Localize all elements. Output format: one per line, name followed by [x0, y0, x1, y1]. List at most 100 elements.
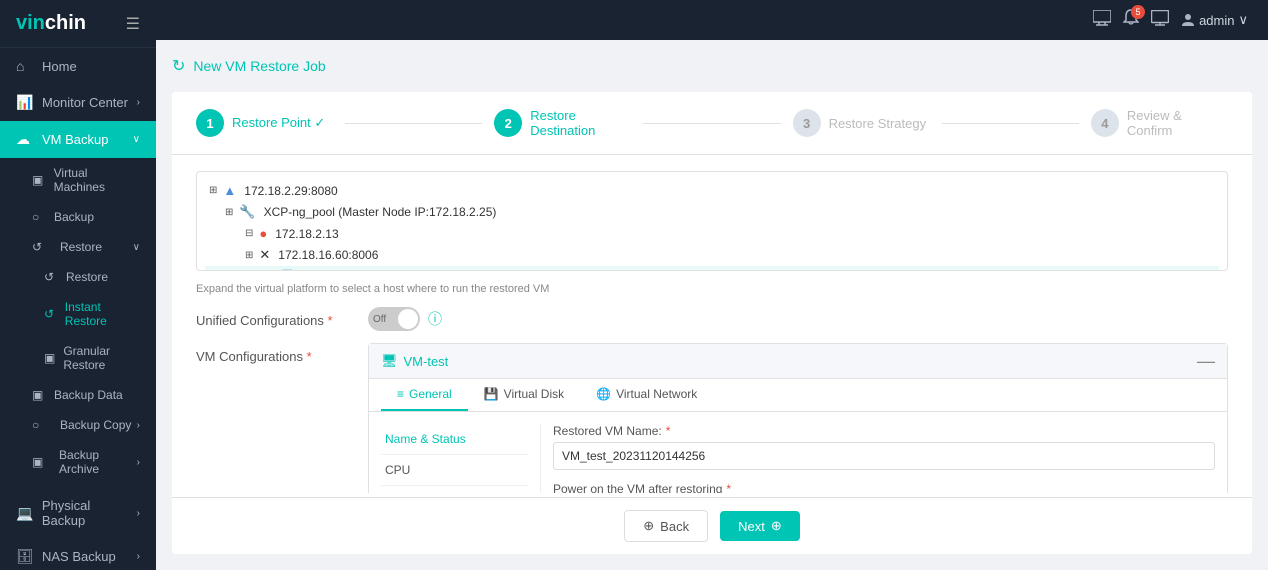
expand-icon: ⊞: [245, 250, 253, 261]
sidebar-item-home[interactable]: ⌂ Home: [0, 48, 156, 84]
chevron-right-icon: ›: [137, 551, 140, 562]
wizard-step-2: 2 Restore Destination: [494, 108, 631, 138]
sidebar-item-label: Physical Backup: [42, 498, 137, 528]
instant-restore-icon: ↺: [44, 307, 59, 321]
step-circle-2: 2: [494, 109, 522, 137]
sidebar-item-backup[interactable]: ○ Backup: [0, 202, 156, 232]
sidebar-item-backup-copy[interactable]: ○ Backup Copy ›: [0, 410, 156, 440]
sidebar-item-virtual-machines[interactable]: ▣ Virtual Machines: [0, 158, 156, 202]
tab-left-nav: Name & Status CPU RAM: [381, 424, 541, 493]
back-icon: ⊕: [643, 518, 654, 534]
sidebar-item-backup-data[interactable]: ▣ Backup Data: [0, 380, 156, 410]
sidebar-item-vm-backup[interactable]: ☁ VM Backup ∨: [0, 121, 156, 158]
platform-tree[interactable]: ⊞ ▲ 172.18.2.29:8080 ⊞ 🔧 XCP-ng_pool (Ma…: [196, 171, 1228, 271]
vm-tab-header: 🖥 VM-test —: [369, 344, 1227, 379]
restore-sub-icon: ↺: [44, 270, 60, 284]
info-icon[interactable]: ⓘ: [428, 309, 442, 329]
nav-name-status[interactable]: Name & Status: [381, 424, 528, 455]
unified-config-value: Off ⓘ: [368, 307, 1228, 331]
sidebar-item-granular-restore[interactable]: ▣ Granular Restore: [0, 336, 156, 380]
sidebar-item-monitor[interactable]: 📊 Monitor Center ›: [0, 84, 156, 121]
step-divider-3: [942, 123, 1079, 124]
hamburger-icon[interactable]: ☰: [126, 14, 140, 34]
chevron-right-icon: ›: [137, 457, 140, 468]
chevron-right-icon: ›: [137, 508, 140, 519]
sidebar-item-physical-backup[interactable]: 💻 Physical Backup ›: [0, 488, 156, 538]
user-chevron-icon: ∨: [1238, 12, 1248, 28]
tab-virtual-network[interactable]: 🌐 Virtual Network: [580, 379, 713, 411]
tree-node-1[interactable]: ⊞ 🔧 XCP-ng_pool (Master Node IP:172.18.2…: [205, 201, 1219, 223]
restored-vm-name-group: Restored VM Name: *: [553, 424, 1215, 470]
required-marker: *: [666, 424, 671, 438]
restored-vm-name-input[interactable]: [553, 442, 1215, 470]
monitor-screen-icon[interactable]: [1093, 10, 1111, 31]
power-on-group: Power on the VM after restoring * OFF: [553, 482, 1215, 493]
display-icon[interactable]: [1151, 10, 1169, 31]
vm-tab-panel: 🖥 VM-test — ≡ General: [368, 343, 1228, 493]
tree-node-3[interactable]: ⊞ ✕ 172.18.16.60:8006: [205, 244, 1219, 266]
page-header: ↻ New VM Restore Job: [172, 56, 1252, 76]
user-label: admin: [1199, 13, 1234, 28]
step-circle-1: 1: [196, 109, 224, 137]
notification-icon[interactable]: 5: [1123, 9, 1139, 32]
sidebar-item-restore-sub[interactable]: ↺ Restore: [0, 262, 156, 292]
wizard-step-4: 4 Review & Confirm: [1091, 108, 1228, 138]
vm-ok-icon: 📄: [281, 269, 296, 271]
sidebar-sub-label: Granular Restore: [63, 344, 140, 372]
backup-copy-icon: ○: [32, 418, 48, 432]
unified-config-label: Unified Configurations *: [196, 307, 356, 328]
vm-config-label: VM Configurations *: [196, 343, 356, 364]
sidebar-item-label: VM Backup: [42, 132, 108, 147]
tab-virtual-disk[interactable]: 💾 Virtual Disk: [468, 379, 580, 411]
content-area: ↻ New VM Restore Job 1 Restore Point ✓: [156, 40, 1268, 570]
sidebar-sub-label: Virtual Machines: [54, 166, 140, 194]
back-button[interactable]: ⊕ Back: [624, 510, 708, 542]
step-label-2: Restore Destination: [530, 108, 631, 138]
required-marker: *: [726, 482, 731, 493]
tab-content-general: Name & Status CPU RAM Restored VM Name:: [369, 412, 1227, 493]
tab-general[interactable]: ≡ General: [381, 379, 468, 411]
expand-icon: ⊞: [209, 185, 217, 196]
sidebar-item-label: NAS Backup: [42, 549, 116, 564]
tree-hint: Expand the virtual platform to select a …: [196, 283, 1228, 295]
step-label-3: Restore Strategy: [829, 116, 927, 131]
unified-config-toggle[interactable]: Off: [368, 307, 420, 331]
virtual-machines-icon: ▣: [32, 173, 48, 187]
tree-node-label: 172.18.16.60:8006: [278, 248, 378, 262]
sidebar-item-label: Home: [42, 59, 77, 74]
sidebar: vinchin ☰ ⌂ Home 📊 Monitor Center › ☁ VM…: [0, 0, 156, 570]
logo-chin: chin: [45, 12, 86, 34]
minimize-button[interactable]: —: [1197, 352, 1215, 370]
next-button[interactable]: Next ⊕: [720, 511, 800, 541]
sidebar-item-restore[interactable]: ↺ Restore ∨: [0, 232, 156, 262]
expand-icon: ⊟: [245, 228, 253, 239]
nav-cpu[interactable]: CPU: [381, 455, 528, 486]
tab-right-form: Restored VM Name: * Power on the VM afte…: [553, 424, 1215, 493]
sidebar-sub-label: Instant Restore: [65, 300, 140, 328]
form-area: ⊞ ▲ 172.18.2.29:8080 ⊞ 🔧 XCP-ng_pool (Ma…: [172, 155, 1252, 493]
wizard-steps: 1 Restore Point ✓ 2 Restore Destination: [172, 92, 1252, 154]
xen-icon: ✕: [259, 247, 270, 263]
required-marker: *: [328, 313, 333, 328]
error-host-icon: ●: [259, 226, 267, 241]
sidebar-item-backup-archive[interactable]: ▣ Backup Archive ›: [0, 440, 156, 484]
tree-node-2[interactable]: ⊟ ● 172.18.2.13: [205, 223, 1219, 244]
tree-node-0[interactable]: ⊞ ▲ 172.18.2.29:8080: [205, 180, 1219, 201]
sidebar-item-instant-restore[interactable]: ↺ Instant Restore: [0, 292, 156, 336]
refresh-icon: ↻: [172, 56, 185, 76]
user-menu[interactable]: admin ∨: [1181, 12, 1248, 28]
step-divider-1: [345, 123, 482, 124]
tree-node-4[interactable]: ✓ 📄 172.18.16.60: [205, 266, 1219, 271]
general-tab-icon: ≡: [397, 387, 404, 401]
sidebar-item-nas-backup[interactable]: 🗄 NAS Backup ›: [0, 538, 156, 570]
next-icon: ⊕: [771, 518, 782, 534]
tab-label: Virtual Disk: [504, 387, 564, 401]
restored-vm-name-label: Restored VM Name: *: [553, 424, 1215, 438]
server-blue-icon: ▲: [223, 183, 236, 198]
main-area: 5 admin ∨ ↻ New VM Restore Job 1: [156, 0, 1268, 570]
vm-config-row: VM Configurations * 🖥 VM-test —: [196, 343, 1228, 493]
footer: ⊕ Back Next ⊕: [172, 497, 1252, 554]
nav-ram[interactable]: RAM: [381, 486, 528, 493]
physical-backup-icon: 💻: [16, 505, 34, 522]
logo-area: vinchin ☰: [0, 0, 156, 48]
